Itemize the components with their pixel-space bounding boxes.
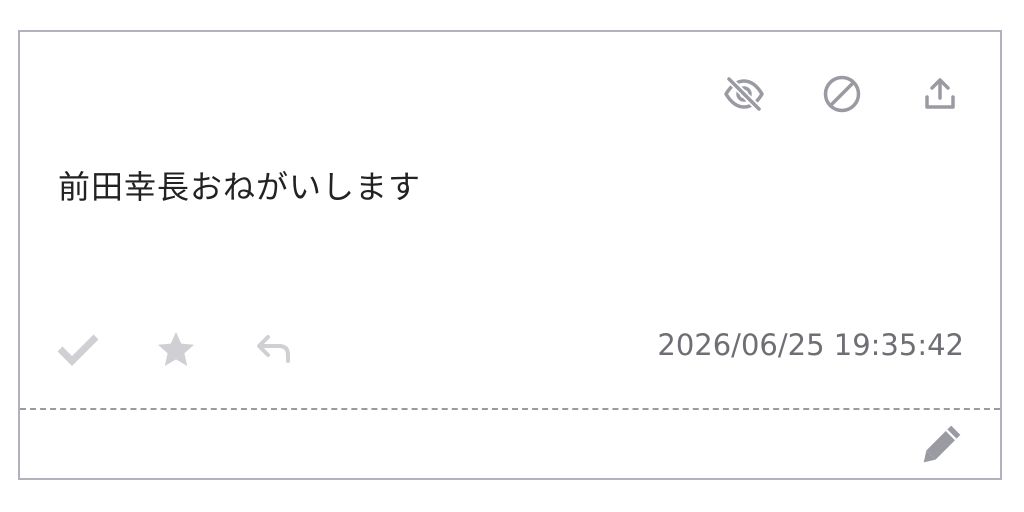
share-button[interactable] xyxy=(918,72,962,116)
divider xyxy=(20,408,1000,410)
message-text: 前田幸長おねがいします xyxy=(58,168,422,206)
message-bottom-actions xyxy=(56,327,350,371)
message-card: 前田幸長おねがいします 2026/06/25 19:35:42 xyxy=(18,30,1002,480)
block-button[interactable] xyxy=(820,72,864,116)
pencil-icon xyxy=(923,425,961,463)
eye-slash-icon xyxy=(724,76,764,112)
prohibited-icon xyxy=(823,75,861,113)
upload-icon xyxy=(925,78,955,109)
check-button[interactable] xyxy=(56,327,100,371)
reply-icon xyxy=(257,335,290,363)
hide-button[interactable] xyxy=(722,72,766,116)
message-top-actions xyxy=(722,72,962,116)
timestamp: 2026/06/25 19:35:42 xyxy=(657,328,964,362)
reply-button[interactable] xyxy=(252,327,296,371)
checkmark-icon xyxy=(57,334,99,366)
edit-button[interactable] xyxy=(920,422,964,466)
star-icon xyxy=(158,332,194,366)
favorite-button[interactable] xyxy=(154,327,198,371)
